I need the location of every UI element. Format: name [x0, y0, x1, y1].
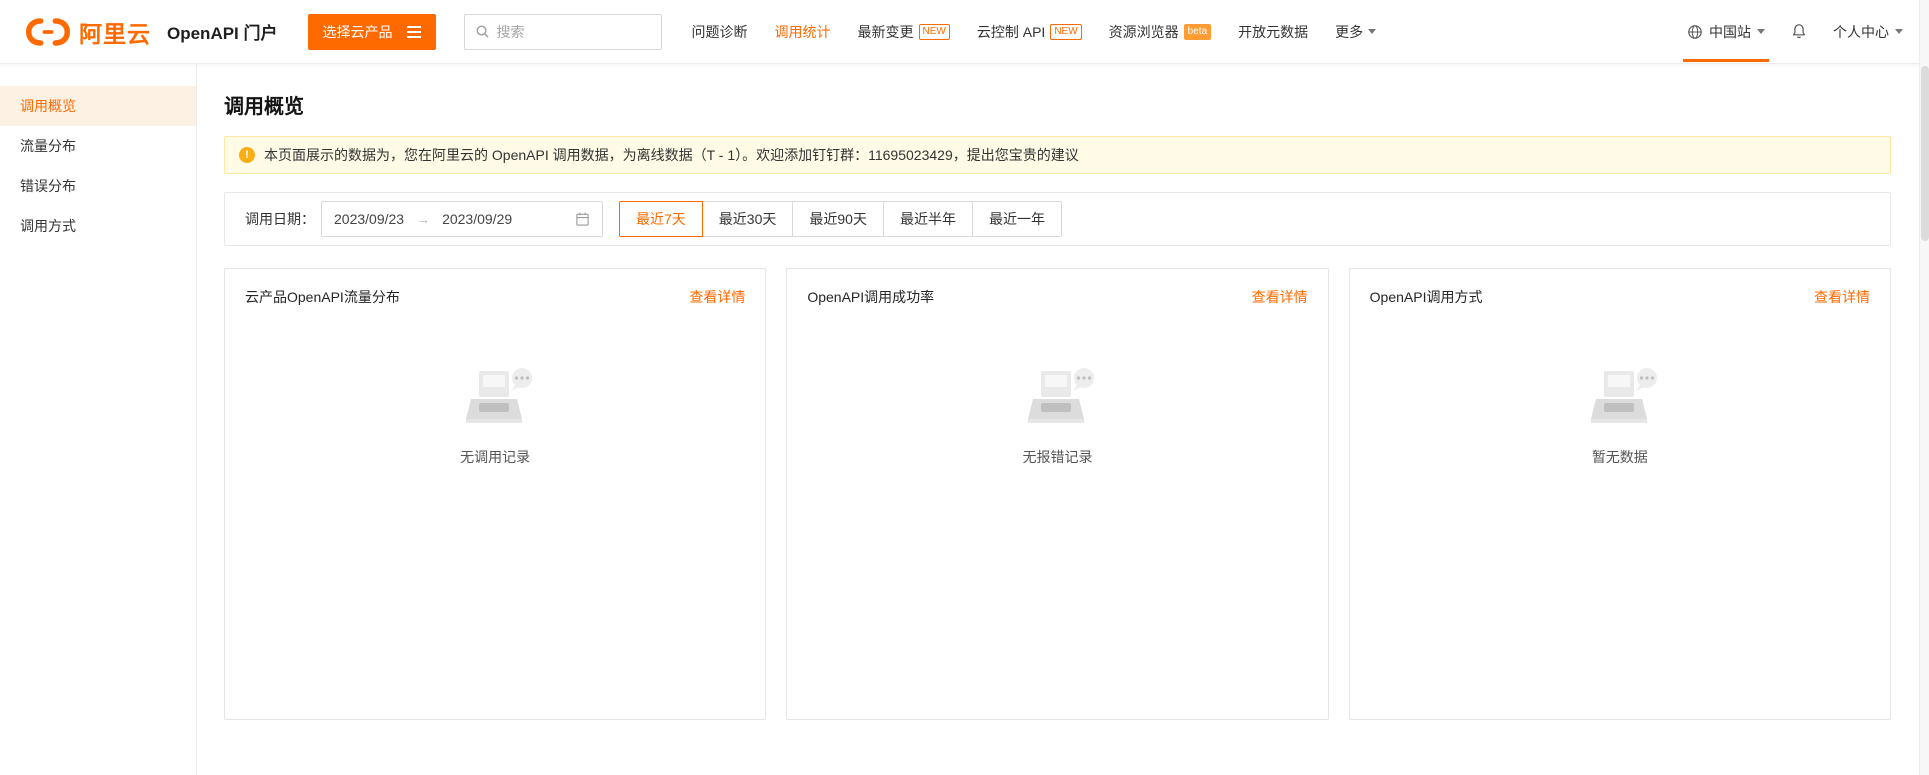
card-success-rate: OpenAPI调用成功率 查看详情 无报错记录	[786, 268, 1329, 720]
alibaba-cloud-logo[interactable]: 阿里云	[26, 15, 151, 49]
top-header: 阿里云 OpenAPI 门户 选择云产品 问题诊断 调用统计 最新变更 NEW …	[0, 0, 1929, 64]
region-selector[interactable]: 中国站	[1683, 22, 1769, 62]
header-right: 中国站 个人中心	[1683, 22, 1903, 62]
sidebar-item-call-method[interactable]: 调用方式	[0, 206, 196, 246]
header-nav: 问题诊断 调用统计 最新变更 NEW 云控制 API NEW 资源浏览器 bet…	[692, 22, 1377, 42]
date-filter-label: 调用日期：	[245, 211, 315, 227]
card-title: OpenAPI调用方式	[1369, 289, 1483, 305]
scrollbar-thumb[interactable]	[1921, 66, 1929, 241]
search-input[interactable]	[496, 23, 651, 40]
range-button-last-7-days[interactable]: 最近7天	[619, 201, 703, 237]
empty-state: 暂无数据	[1370, 365, 1870, 467]
card-call-method: OpenAPI调用方式 查看详情 暂无数据	[1348, 268, 1891, 720]
portal-title: OpenAPI 门户	[167, 24, 278, 43]
sidebar-item-error-distribution[interactable]: 错误分布	[0, 166, 196, 206]
empty-data-illustration	[466, 368, 533, 423]
nav-label: 更多	[1335, 23, 1364, 40]
nav-item-diagnosis[interactable]: 问题诊断	[692, 22, 748, 42]
view-details-link[interactable]: 查看详情	[689, 287, 745, 307]
card-title: 云产品OpenAPI流量分布	[245, 289, 400, 305]
nav-item-latest-changes[interactable]: 最新变更 NEW	[858, 22, 950, 42]
nav-label: 问题诊断	[691, 23, 748, 40]
notice-text: 本页面展示的数据为，您在阿里云的 OpenAPI 调用数据，为离线数据（T - …	[264, 147, 1079, 163]
card-traffic-distribution: 云产品OpenAPI流量分布 查看详情 无调用记录	[224, 268, 767, 720]
filter-bar: 调用日期： 2023/09/23 → 2023/09/29 最近7天 最近30天	[224, 192, 1891, 246]
empty-state-text: 暂无数据	[1591, 449, 1648, 465]
main-content: 调用概览 ! 本页面展示的数据为，您在阿里云的 OpenAPI 调用数据，为离线…	[197, 64, 1929, 775]
empty-state-text: 无调用记录	[460, 449, 531, 465]
select-cloud-product-label: 选择云产品	[322, 23, 393, 40]
warning-icon: !	[239, 147, 255, 163]
card-header: 云产品OpenAPI流量分布 查看详情	[245, 287, 745, 307]
range-button-last-year[interactable]: 最近一年	[971, 201, 1062, 237]
card-header: OpenAPI调用成功率 查看详情	[807, 287, 1307, 307]
globe-icon	[1688, 24, 1702, 39]
sidebar-item-traffic-distribution[interactable]: 流量分布	[0, 126, 196, 166]
beta-badge: beta	[1183, 23, 1212, 40]
empty-state: 无报错记录	[807, 365, 1307, 467]
page-title: 调用概览	[224, 96, 304, 118]
account-menu[interactable]: 个人中心	[1833, 22, 1903, 42]
arrow-right-icon: →	[416, 211, 431, 227]
nav-item-call-statistics[interactable]: 调用统计	[775, 22, 831, 42]
chevron-down-icon	[1368, 29, 1377, 34]
date-range-picker[interactable]: 2023/09/23 → 2023/09/29	[321, 201, 603, 237]
header-search[interactable]	[463, 13, 662, 50]
range-button-last-90-days[interactable]: 最近90天	[792, 201, 884, 237]
nav-label: 最新变更	[857, 23, 914, 40]
search-icon	[476, 25, 489, 38]
sidebar-item-label: 调用方式	[20, 218, 76, 234]
view-details-link[interactable]: 查看详情	[1814, 287, 1870, 307]
nav-item-open-metadata[interactable]: 开放元数据	[1238, 22, 1308, 42]
page-layout: 调用概览 流量分布 错误分布 调用方式 调用概览 ! 本页面展示的数据为，您在阿…	[0, 0, 1929, 775]
notification-bell[interactable]	[1791, 23, 1807, 40]
chevron-down-icon	[1895, 29, 1903, 34]
sidebar-item-label: 流量分布	[20, 138, 76, 154]
nav-label: 调用统计	[774, 23, 831, 40]
quick-range-group: 最近7天 最近30天 最近90天 最近半年 最近一年	[619, 201, 1062, 237]
nav-label: 云控制 API	[976, 23, 1046, 40]
empty-state-text: 无报错记录	[1022, 449, 1093, 465]
region-label: 中国站	[1709, 23, 1751, 40]
calendar-icon	[575, 211, 590, 227]
select-cloud-product-button[interactable]: 选择云产品	[307, 13, 436, 50]
vertical-scrollbar[interactable]	[1919, 0, 1929, 775]
nav-item-more[interactable]: 更多	[1335, 22, 1377, 42]
empty-data-illustration	[1590, 368, 1657, 423]
nav-label: 资源浏览器	[1108, 23, 1179, 40]
new-badge: NEW	[1050, 23, 1082, 40]
chevron-down-icon	[1757, 29, 1765, 34]
logo-text: 阿里云	[79, 20, 151, 47]
end-date-value[interactable]: 2023/09/29	[442, 211, 512, 227]
start-date-value[interactable]: 2023/09/23	[334, 211, 404, 227]
nav-item-cloud-control-api[interactable]: 云控制 API NEW	[977, 22, 1082, 42]
empty-state: 无调用记录	[245, 365, 745, 467]
nav-item-resource-explorer[interactable]: 资源浏览器 beta	[1108, 22, 1212, 42]
sidebar-item-label: 错误分布	[20, 178, 76, 194]
alibaba-cloud-logo-icon	[26, 17, 70, 46]
account-label: 个人中心	[1833, 23, 1889, 40]
view-details-link[interactable]: 查看详情	[1252, 287, 1308, 307]
notice-banner: ! 本页面展示的数据为，您在阿里云的 OpenAPI 调用数据，为离线数据（T …	[224, 136, 1891, 174]
new-badge: NEW	[918, 23, 950, 40]
nav-label: 开放元数据	[1238, 23, 1309, 40]
sidebar-item-label: 调用概览	[20, 98, 76, 114]
card-title: OpenAPI调用成功率	[807, 289, 935, 305]
sidebar-item-call-overview[interactable]: 调用概览	[0, 86, 196, 126]
stat-cards-row: 云产品OpenAPI流量分布 查看详情 无调用记录 OpenAPI调用成功率 查…	[224, 268, 1891, 720]
card-header: OpenAPI调用方式 查看详情	[1370, 287, 1870, 307]
sidebar: 调用概览 流量分布 错误分布 调用方式	[0, 64, 197, 775]
empty-data-illustration	[1028, 368, 1095, 423]
range-button-last-half-year[interactable]: 最近半年	[882, 201, 973, 237]
range-button-last-30-days[interactable]: 最近30天	[701, 201, 794, 237]
bell-icon	[1793, 24, 1805, 39]
hamburger-icon	[406, 25, 421, 38]
